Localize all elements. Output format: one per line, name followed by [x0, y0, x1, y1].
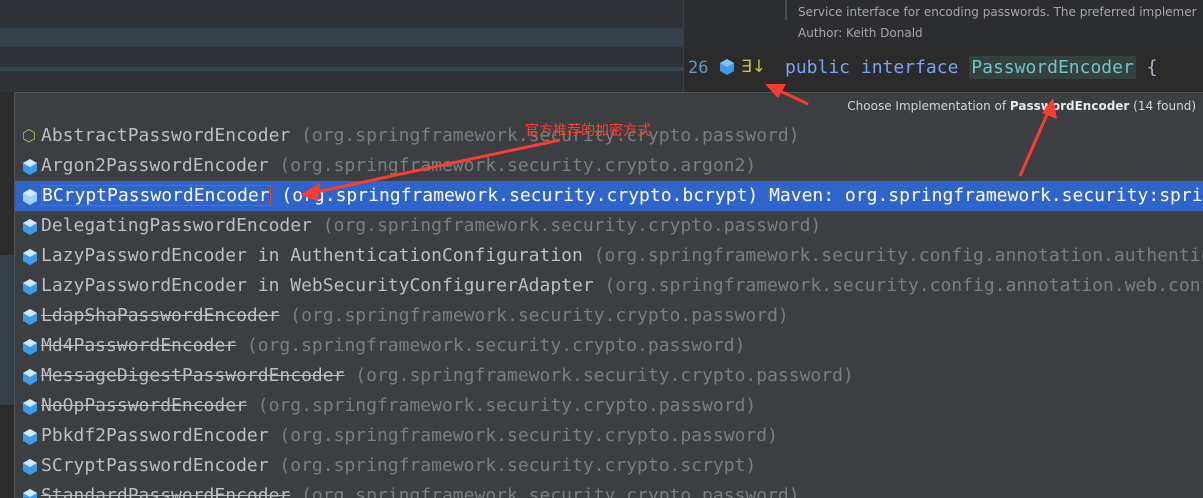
interface-name[interactable]: PasswordEncoder [969, 56, 1136, 79]
open-brace: { [1135, 57, 1158, 78]
list-item-text: MessageDigestPasswordEncoder (org.spring… [41, 361, 854, 391]
class-icon [23, 369, 37, 385]
editor-highlight-line [0, 67, 683, 71]
implementation-name: AbstractPasswordEncoder [41, 125, 291, 146]
implementation-package: (org.springframework.security.crypto.arg… [268, 155, 757, 176]
class-icon [23, 309, 37, 325]
list-item-text: Md4PasswordEncoder (org.springframework.… [41, 331, 745, 361]
keyword-public: public [785, 57, 851, 78]
editor-gutter-accent [0, 255, 14, 405]
implementation-name: LazyPasswordEncoder in AuthenticationCon… [41, 245, 583, 266]
implementation-name: StandardPasswordEncoder [41, 485, 291, 498]
editor-highlight-line [0, 28, 683, 47]
implementation-name: MessageDigestPasswordEncoder [41, 365, 345, 386]
list-item-text: Pbkdf2PasswordEncoder (org.springframewo… [41, 421, 778, 451]
implementation-name: BCryptPasswordEncoder [41, 185, 271, 206]
implementation-package: (org.springframework.security.config.ann… [604, 275, 1203, 296]
list-item[interactable]: Argon2PasswordEncoder (org.springframewo… [15, 151, 1203, 181]
abstract-class-icon: ⬡ [22, 126, 36, 145]
popup-title-type: PasswordEncoder [1009, 99, 1130, 113]
implementation-package: (org.springframework.security.crypto.scr… [268, 455, 757, 476]
implementation-package: (org.springframework.security.crypto.pas… [290, 485, 800, 498]
implementation-name: NoOpPasswordEncoder [41, 395, 247, 416]
editor-background [0, 0, 683, 92]
class-icon [23, 279, 37, 295]
implementation-package: (org.springframework.security.crypto.pas… [268, 425, 778, 446]
list-item-text: NoOpPasswordEncoder (org.springframework… [41, 391, 756, 421]
implementation-package: (org.springframework.security.crypto.pas… [279, 305, 789, 326]
implementation-package: (org.springframework.security.config.ann… [593, 245, 1203, 266]
implementation-package: (org.springframework.security.crypto.bcr… [281, 185, 1203, 206]
javadoc-description: Service interface for encoding passwords… [798, 5, 1197, 19]
implementation-package: (org.springframework.security.crypto.pas… [236, 335, 746, 356]
javadoc-popup: Service interface for encoding passwords… [683, 0, 1203, 48]
code-line[interactable]: 26 ∃↓ public interface PasswordEncoder { [683, 48, 1203, 92]
list-item-text: DelegatingPasswordEncoder (org.springfra… [41, 211, 821, 241]
list-item[interactable]: SCryptPasswordEncoder (org.springframewo… [15, 451, 1203, 481]
implementations-gutter-icon[interactable]: ∃↓ [741, 57, 766, 77]
class-icon [23, 219, 37, 235]
implementation-name: LazyPasswordEncoder in WebSecurityConfig… [41, 275, 594, 296]
implementation-name: LdapShaPasswordEncoder [41, 305, 280, 326]
class-icon [23, 159, 37, 175]
implementation-package: (org.springframework.security.crypto.pas… [311, 215, 822, 236]
list-item-text: LdapShaPasswordEncoder (org.springframew… [41, 301, 789, 331]
implementation-package: (org.springframework.security.crypto.pas… [246, 395, 757, 416]
doc-quote-bar [785, 0, 787, 20]
implementation-package: (org.springframework.security.crypto.pas… [344, 365, 854, 386]
class-icon [23, 489, 37, 498]
class-icon [23, 339, 37, 355]
popup-header: Choose Implementation of PasswordEncoder… [15, 93, 1203, 120]
implementation-name: Argon2PasswordEncoder [41, 155, 269, 176]
list-item[interactable]: Pbkdf2PasswordEncoder (org.springframewo… [15, 421, 1203, 451]
list-item[interactable]: BCryptPasswordEncoder (org.springframewo… [15, 181, 1203, 211]
list-item[interactable]: MessageDigestPasswordEncoder (org.spring… [15, 361, 1203, 391]
class-icon [23, 459, 37, 475]
implementation-name: DelegatingPasswordEncoder [41, 215, 312, 236]
list-item-text: LazyPasswordEncoder in WebSecurityConfig… [41, 271, 1203, 301]
list-item[interactable]: Md4PasswordEncoder (org.springframework.… [15, 331, 1203, 361]
list-item-text: SCryptPasswordEncoder (org.springframewo… [41, 451, 756, 481]
list-item[interactable]: DelegatingPasswordEncoder (org.springfra… [15, 211, 1203, 241]
list-item-text: LazyPasswordEncoder in AuthenticationCon… [41, 241, 1203, 271]
javadoc-author: Author: Keith Donald [798, 26, 923, 40]
implementation-name: Md4PasswordEncoder [41, 335, 237, 356]
list-item-text: StandardPasswordEncoder (org.springframe… [41, 481, 800, 498]
class-icon [23, 429, 37, 445]
list-item[interactable]: NoOpPasswordEncoder (org.springframework… [15, 391, 1203, 421]
list-item[interactable]: LazyPasswordEncoder in WebSecurityConfig… [15, 271, 1203, 301]
implementation-list[interactable]: ⬡ AbstractPasswordEncoder (org.springfram… [15, 121, 1203, 498]
list-item[interactable]: LazyPasswordEncoder in AuthenticationCon… [15, 241, 1203, 271]
code-declaration: public interface PasswordEncoder { [785, 56, 1158, 79]
list-item-text: Argon2PasswordEncoder (org.springframewo… [41, 151, 756, 181]
annotation-label: 官方推荐的加密方式 [525, 123, 651, 139]
choose-implementation-popup[interactable]: Choose Implementation of PasswordEncoder… [14, 92, 1203, 498]
popup-title: Choose Implementation of PasswordEncoder… [847, 99, 1196, 113]
class-icon [23, 189, 37, 205]
list-item-text: BCryptPasswordEncoder (org.springframewo… [41, 181, 1203, 211]
line-number: 26 [688, 58, 709, 78]
implementation-name: SCryptPasswordEncoder [41, 455, 269, 476]
list-item[interactable]: StandardPasswordEncoder (org.springframe… [15, 481, 1203, 498]
list-item-text: AbstractPasswordEncoder (org.springframe… [41, 121, 800, 151]
class-icon[interactable] [720, 59, 734, 75]
implementation-name: Pbkdf2PasswordEncoder [41, 425, 269, 446]
list-item[interactable]: LdapShaPasswordEncoder (org.springframew… [15, 301, 1203, 331]
keyword-interface: interface [860, 57, 959, 78]
class-icon [23, 249, 37, 265]
class-icon [23, 399, 37, 415]
